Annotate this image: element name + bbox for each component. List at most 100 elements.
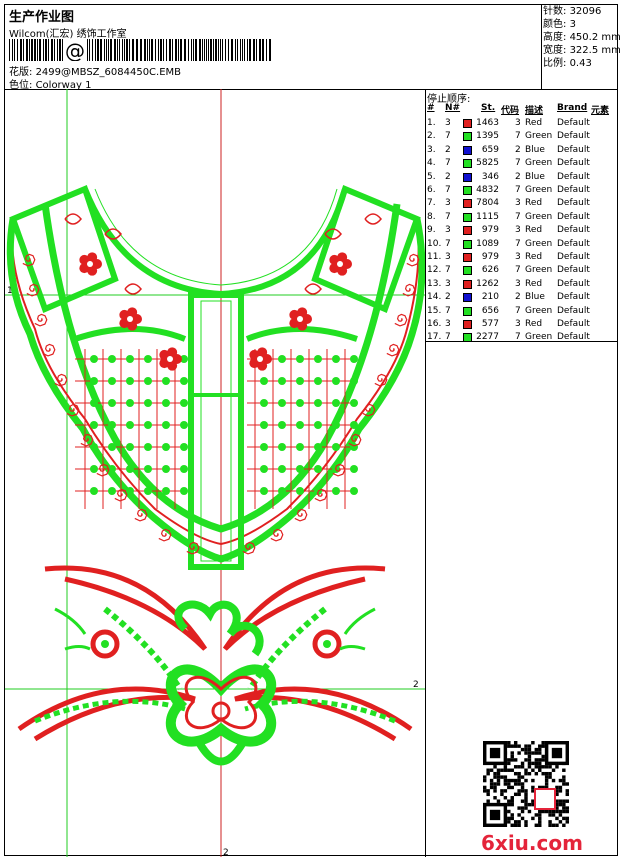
color-swatch	[463, 239, 472, 249]
table-row: 4. 7 5825 7 Green Default	[425, 157, 617, 170]
table-row: 10. 7 1089 7 Green Default	[425, 238, 617, 251]
row-code: 3	[515, 319, 521, 329]
row-code: 7	[515, 185, 521, 195]
row-desc: Red	[525, 225, 543, 236]
row-brand: Default	[557, 252, 590, 262]
row-code: 3	[515, 252, 521, 262]
row-stitches: 346	[481, 171, 499, 182]
row-code: 7	[515, 211, 521, 222]
color-swatch	[463, 172, 472, 182]
table-row: 8. 7 1115 7 Green Default	[425, 211, 617, 224]
row-brand: Default	[557, 118, 590, 128]
table-row: 5. 2 346 2 Blue Default	[425, 171, 617, 184]
color-swatch	[463, 320, 472, 329]
row-desc: Green	[525, 332, 553, 343]
row-code: 7	[515, 158, 521, 169]
row-desc: Green	[525, 238, 553, 249]
table-row: 1. 3 1463 3 Red Default	[425, 117, 617, 130]
row-brand: Default	[557, 171, 590, 182]
row-needle: 2	[445, 171, 451, 182]
row-num: 11.	[427, 252, 442, 262]
row-stitches: 659	[481, 144, 499, 155]
row-desc: Red	[525, 319, 543, 329]
color-swatch	[463, 132, 472, 142]
row-needle: 7	[445, 158, 451, 169]
row-code: 3	[515, 278, 521, 289]
vine-bottom-right	[234, 686, 413, 742]
header-panel: 生产作业图 Wilcom(汇宏) 绣饰工作室 @ 花版: 2499@MBSZ_6…	[5, 5, 542, 91]
row-needle: 3	[445, 225, 451, 236]
row-code: 7	[515, 332, 521, 343]
row-code: 7	[515, 131, 521, 142]
row-num: 4.	[427, 158, 436, 169]
row-num: 5.	[427, 171, 436, 182]
row-code: 7	[515, 305, 521, 316]
row-num: 15.	[427, 305, 442, 316]
row-num: 1.	[427, 118, 436, 128]
row-needle: 3	[445, 319, 451, 329]
row-brand: Default	[557, 265, 590, 276]
row-desc: Blue	[525, 292, 545, 303]
row-stitches: 4832	[476, 185, 499, 195]
color-swatch	[463, 293, 472, 303]
row-brand: Default	[557, 158, 590, 169]
table-row: 16. 3 577 3 Red Default	[425, 318, 617, 331]
row-num: 12.	[427, 265, 442, 276]
row-brand: Default	[557, 278, 590, 289]
row-num: 8.	[427, 211, 436, 222]
collar-outer-green	[6, 218, 426, 563]
neckline-thin	[94, 188, 338, 286]
table-row: 12. 7 626 7 Green Default	[425, 264, 617, 277]
col-header-element: 元素	[591, 106, 610, 116]
row-desc: Green	[525, 211, 553, 222]
company-name: Wilcom(汇宏) 绣饰工作室	[9, 29, 127, 40]
bottom-flower-left	[54, 607, 120, 659]
row-brand: Default	[557, 238, 590, 249]
row-desc: Blue	[525, 171, 545, 182]
qr-code	[483, 741, 569, 827]
table-row: 2. 7 1395 7 Green Default	[425, 130, 617, 143]
row-num: 7.	[427, 198, 436, 209]
row-code: 3	[515, 118, 521, 128]
row-desc: Red	[525, 198, 543, 209]
guide-label-2: 2	[413, 680, 419, 690]
row-stitches: 2277	[476, 332, 499, 343]
row-code: 2	[515, 171, 521, 182]
stat-scale: 比例: 0.43	[543, 58, 592, 69]
row-desc: Green	[525, 131, 553, 142]
color-swatch	[463, 306, 472, 316]
row-needle: 3	[445, 118, 451, 128]
row-desc: Red	[525, 118, 543, 128]
col-header-needle: N#	[445, 103, 461, 113]
stat-height: 高度: 450.2 mm	[543, 32, 620, 43]
color-swatch	[463, 279, 472, 289]
table-row: 13. 3 1262 3 Red Default	[425, 278, 617, 291]
row-brand: Default	[557, 131, 590, 142]
bottom-flower-right	[312, 607, 376, 659]
table-row: 11. 3 979 3 Red Default	[425, 251, 617, 264]
table-row: 9. 3 979 3 Red Default	[425, 224, 617, 237]
row-needle: 7	[445, 238, 451, 249]
col-header-stitches: St.	[481, 103, 496, 113]
barcode-at-mark: @	[65, 39, 85, 61]
stat-stitches: 针数: 32096	[543, 6, 602, 17]
vine-top-right	[222, 565, 386, 651]
row-num: 3.	[427, 144, 436, 155]
embroidery-design: 1 2 2	[5, 89, 426, 858]
color-swatch	[463, 253, 472, 262]
row-num: 17.	[427, 332, 442, 343]
row-stitches: 626	[481, 265, 499, 276]
row-num: 16.	[427, 319, 442, 329]
row-needle: 3	[445, 252, 451, 262]
row-brand: Default	[557, 292, 590, 303]
row-stitches: 1395	[476, 131, 499, 142]
row-desc: Red	[525, 278, 543, 289]
table-row: 7. 3 7804 3 Red Default	[425, 197, 617, 210]
stop-sequence-table: 停止顺序: # N# St. 代码 描述 Brand 元素 1. 3 1463 3 Re…	[425, 89, 617, 343]
row-needle: 7	[445, 332, 451, 343]
row-needle: 3	[445, 278, 451, 289]
row-needle: 7	[445, 305, 451, 316]
row-code: 7	[515, 265, 521, 276]
row-num: 14.	[427, 292, 442, 303]
row-stitches: 1262	[476, 278, 499, 289]
